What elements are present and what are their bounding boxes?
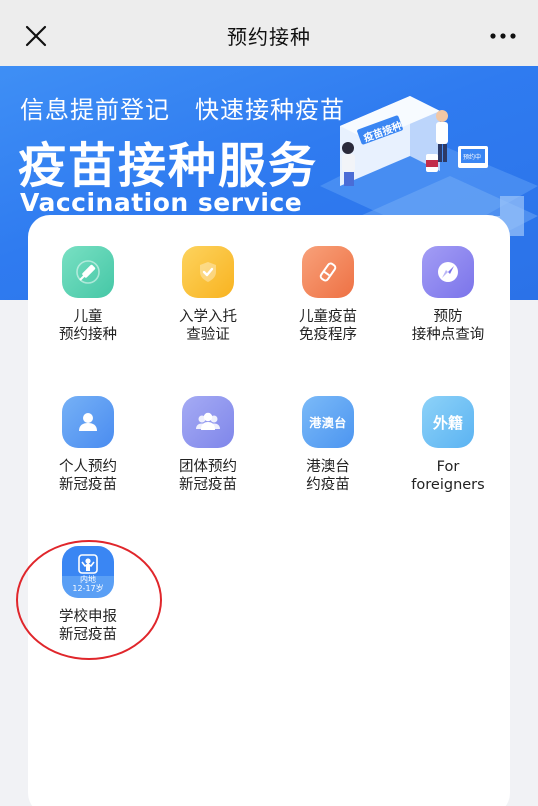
tile-label-line2: 约疫苗 [306,477,350,493]
highlight-circle-annotation [16,540,162,660]
service-personal-covid[interactable]: 个人预约 新冠疫苗 [28,396,148,494]
tile-label-line1: 港澳台 [306,459,350,475]
service-site-query[interactable]: 预防 接种点查询 [388,246,508,344]
tile-label-line1: 个人预约 [59,459,117,475]
banner-title: 疫苗接种服务 [18,138,319,194]
service-child-schedule[interactable]: 儿童疫苗 免疫程序 [268,246,388,344]
tile-label: 儿童 预约接种 [28,308,148,344]
page-title: 预约接种 [227,25,311,49]
tile-label-line1: 预防 [433,309,463,325]
banner-subtitle: Vaccination service [20,188,303,217]
tile-label-line2: 新冠疫苗 [179,477,237,493]
tile-label: 预防 接种点查询 [388,308,508,344]
banner-monitor-text: 预约中 [463,153,481,161]
compass-icon [422,246,474,298]
tile-label: 入学入托 查验证 [148,308,268,344]
hk-macau-taiwan-icon: 港澳台 [302,396,354,448]
vial-icon [302,246,354,298]
banner-slogan: 信息提前登记 快速接种疫苗 [20,96,345,124]
tile-label: 儿童疫苗 免疫程序 [268,308,388,344]
tile-label-line2: 免疫程序 [299,327,357,343]
service-school-check[interactable]: 入学入托 查验证 [148,246,268,344]
tile-label: 港澳台 约疫苗 [268,458,388,494]
service-hmt-vaccine[interactable]: 港澳台 港澳台 约疫苗 [268,396,388,494]
group-icon [182,396,234,448]
tile-label-line2: 接种点查询 [411,327,485,343]
person-icon [62,396,114,448]
service-card: 儿童 预约接种 入学入托 查验证 儿童疫苗 免疫程序 预防 接种点查询 个人预约… [28,215,510,806]
service-foreigners[interactable]: 外籍 For foreigners [388,396,508,494]
service-group-covid[interactable]: 团体预约 新冠疫苗 [148,396,268,494]
tile-label-line1: 儿童疫苗 [299,309,357,325]
tile-label-line2: foreigners [411,477,485,493]
shield-check-icon [182,246,234,298]
service-child-appointment[interactable]: 儿童 预约接种 [28,246,148,344]
more-options-icon[interactable] [488,26,518,46]
nav-bar: 预约接种 [0,0,538,66]
tile-label-line1: 入学入托 [179,309,237,325]
tile-label: 团体预约 新冠疫苗 [148,458,268,494]
tile-label-line2: 新冠疫苗 [59,477,117,493]
tile-label: 个人预约 新冠疫苗 [28,458,148,494]
tile-label-line1: 团体预约 [179,459,237,475]
tile-label-line2: 查验证 [186,327,230,343]
syringe-icon [62,246,114,298]
tile-label-line1: For [436,459,460,475]
icon-text: 港澳台 [309,415,347,430]
tile-label: For foreigners [388,458,508,494]
tile-label-line1: 儿童 [73,309,103,325]
icon-text: 外籍 [432,413,463,432]
tile-label-line2: 预约接种 [59,327,117,343]
foreigner-icon: 外籍 [422,396,474,448]
